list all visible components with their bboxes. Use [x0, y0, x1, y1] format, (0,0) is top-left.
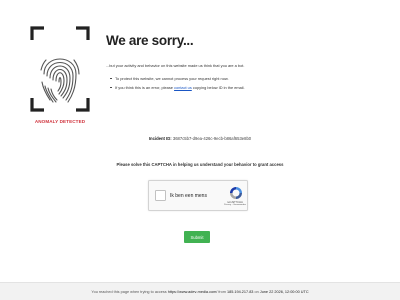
anomaly-graphic: ANOMALY DETECTED [28, 26, 92, 126]
recaptcha-widget: Ik ben een mens reCAPTCHA Privacy - Voor… [148, 180, 248, 211]
info-list: To protect this website, we cannot proce… [110, 76, 245, 94]
checkbox-label: Ik ben een mens [170, 193, 207, 199]
footer-ip: 185.194.217.83 [227, 290, 254, 294]
footer-from: from [218, 290, 226, 294]
footer-text: You reached this page when trying to acc… [0, 290, 400, 294]
footer-datetime: June 22 2026, 12:00:00 UTC [259, 290, 309, 294]
bullet-text: copying below ID in the email. [192, 85, 245, 91]
footer-url: https://www.adev-media.com/ [167, 290, 218, 294]
page: ANOMALY DETECTED We are sorry... ...but … [0, 0, 400, 300]
anomaly-detected-label: ANOMALY DETECTED [34, 119, 86, 124]
recaptcha-privacy-terms[interactable]: Privacy - Voorwaarden [221, 204, 249, 206]
incident-label: Incident ID: [148, 136, 172, 141]
bullet-text: If you think this is an error, please [115, 85, 173, 91]
recaptcha-logo-icon [230, 187, 242, 199]
human-checkbox[interactable] [155, 190, 166, 201]
contact-us-link[interactable]: contact us [174, 85, 192, 90]
footer-prefix: You reached this page when trying to acc… [91, 290, 167, 294]
captcha-prompt: Please solve this CAPTCHA in helping us … [116, 162, 284, 167]
fingerprint-icon [30, 26, 90, 112]
intro-text: ...but your activity and behavior on thi… [106, 63, 245, 68]
list-item: If you think this is an error, please co… [110, 85, 245, 90]
submit-button[interactable]: Submit [184, 231, 210, 243]
list-item: To protect this website, we cannot proce… [110, 76, 245, 81]
incident-value: 3687c5b7-d9ea-426c-9ecb-b86af653e8b0 [172, 136, 252, 141]
page-title: We are sorry... [106, 33, 194, 48]
bullet-text: To protect this website, we cannot proce… [115, 76, 229, 81]
footer: You reached this page when trying to acc… [0, 282, 400, 300]
incident-id: Incident ID: 3687c5b7-d9ea-426c-9ecb-b86… [0, 136, 400, 141]
footer-on: on [254, 290, 259, 294]
